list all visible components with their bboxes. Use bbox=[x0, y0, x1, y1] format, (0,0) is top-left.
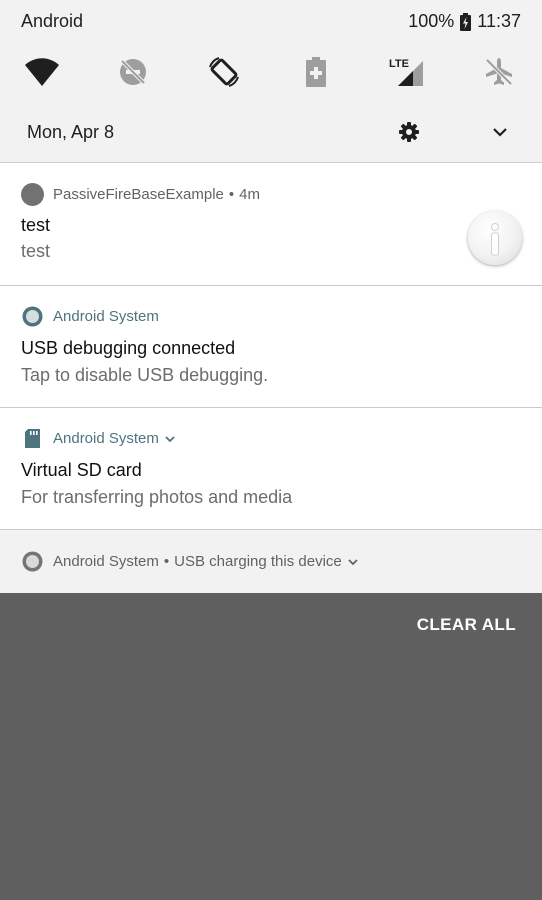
clock: 11:37 bbox=[477, 11, 521, 31]
do-not-disturb-off-icon[interactable] bbox=[115, 54, 151, 90]
notification-header: Android System • USB charging this devic… bbox=[21, 550, 358, 572]
separator-dot: • bbox=[228, 185, 235, 203]
info-icon bbox=[468, 211, 522, 265]
chevron-down-icon[interactable] bbox=[165, 430, 175, 447]
quick-settings-row: LTE bbox=[0, 50, 542, 96]
auto-rotate-icon[interactable] bbox=[206, 54, 242, 90]
status-indicators: 100% 11:37 bbox=[408, 11, 521, 32]
app-name: PassiveFireBaseExample bbox=[53, 185, 224, 203]
date-row: Mon, Apr 8 bbox=[0, 110, 542, 154]
notification-text: Tap to disable USB debugging. bbox=[21, 365, 269, 385]
airplane-mode-icon[interactable] bbox=[481, 54, 517, 90]
android-system-icon bbox=[21, 550, 44, 573]
carrier-label: Android bbox=[21, 11, 84, 31]
expand-chevron-icon[interactable] bbox=[487, 119, 513, 145]
app-name: Android System bbox=[53, 552, 159, 570]
lte-label: LTE bbox=[389, 58, 409, 70]
app-name: Android System bbox=[53, 429, 159, 447]
settings-gear-icon[interactable] bbox=[396, 119, 422, 145]
notification-header: PassiveFireBaseExample • 4m bbox=[21, 182, 261, 206]
battery-percent: 100% bbox=[408, 11, 455, 31]
notification-summary: USB charging this device bbox=[174, 552, 342, 570]
sd-card-icon bbox=[21, 427, 44, 450]
notification-header: Android System bbox=[21, 427, 175, 449]
notification-time: 4m bbox=[239, 185, 261, 203]
status-bar: Android 100% 11:37 bbox=[0, 0, 542, 44]
app-name: Android System bbox=[53, 307, 159, 325]
date-label: Mon, Apr 8 bbox=[27, 122, 115, 142]
battery-charging-icon bbox=[460, 12, 472, 31]
separator-dot: • bbox=[163, 552, 170, 570]
notification-title: USB debugging connected bbox=[21, 338, 236, 358]
quick-settings-panel: Android 100% 11:37 LTE Mon, Apr 8 bbox=[0, 0, 542, 163]
notification-usb-debugging[interactable]: Android System USB debugging connected T… bbox=[0, 286, 542, 408]
notification-passivefirebase[interactable]: PassiveFireBaseExample • 4m test test bbox=[0, 163, 542, 286]
notification-title: Virtual SD card bbox=[21, 460, 142, 480]
android-system-icon bbox=[21, 305, 44, 328]
battery-saver-icon[interactable] bbox=[298, 54, 334, 90]
notification-text: test bbox=[21, 241, 51, 261]
clear-all-button[interactable]: CLEAR ALL bbox=[417, 615, 516, 635]
notification-header: Android System bbox=[21, 305, 159, 327]
app-icon bbox=[21, 182, 44, 206]
notification-usb-charging[interactable]: Android System • USB charging this devic… bbox=[0, 530, 542, 593]
chevron-down-icon[interactable] bbox=[348, 553, 358, 570]
mobile-data-icon[interactable]: LTE bbox=[389, 54, 425, 90]
wifi-icon[interactable] bbox=[24, 54, 60, 90]
notification-virtual-sd[interactable]: Android System Virtual SD card For trans… bbox=[0, 408, 542, 530]
notification-title: test bbox=[21, 215, 51, 235]
notification-text: For transferring photos and media bbox=[21, 487, 293, 507]
